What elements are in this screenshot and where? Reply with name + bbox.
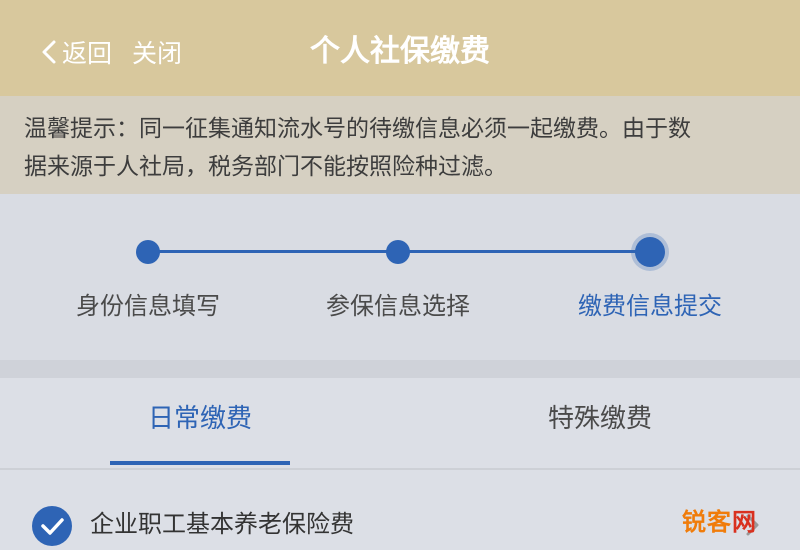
step-dot-1 <box>136 240 160 264</box>
notice-banner: 温馨提示：同一征集通知流水号的待缴信息必须一起缴费。由于数 据来源于人社局，税务… <box>0 96 800 194</box>
watermark-text-a: 锐客 <box>682 508 732 536</box>
step-label-2: 参保信息选择 <box>326 292 470 320</box>
active-tab-indicator <box>110 461 290 465</box>
site-watermark-logo: 锐客网 <box>682 502 757 537</box>
page-title: 个人社保缴费 <box>310 34 490 69</box>
item-label: 企业职工基本养老保险费 <box>90 510 354 538</box>
header-bar: 返回 关闭 个人社保缴费 <box>0 0 800 96</box>
progress-stepper: 身份信息填写 参保信息选择 缴费信息提交 <box>0 194 800 360</box>
step-label-1: 身份信息填写 <box>76 292 220 320</box>
tab-bar: 日常缴费 特殊缴费 <box>0 378 800 468</box>
step-dot-2 <box>386 240 410 264</box>
step-dot-3 <box>635 237 665 267</box>
check-circle-icon[interactable] <box>32 506 72 546</box>
notice-line-2: 据来源于人社局，税务部门不能按照险种过滤。 <box>24 154 507 180</box>
tab-daily-payment[interactable]: 日常缴费 <box>80 398 320 435</box>
watermark-text-b: 网 <box>732 508 757 536</box>
section-gap <box>0 360 800 378</box>
notice-line-1: 温馨提示：同一征集通知流水号的待缴信息必须一起缴费。由于数 <box>24 116 691 142</box>
list-item[interactable]: 企业职工基本养老保险费 <box>0 470 800 550</box>
tab-special-payment[interactable]: 特殊缴费 <box>480 398 720 435</box>
step-label-3: 缴费信息提交 <box>578 292 722 320</box>
